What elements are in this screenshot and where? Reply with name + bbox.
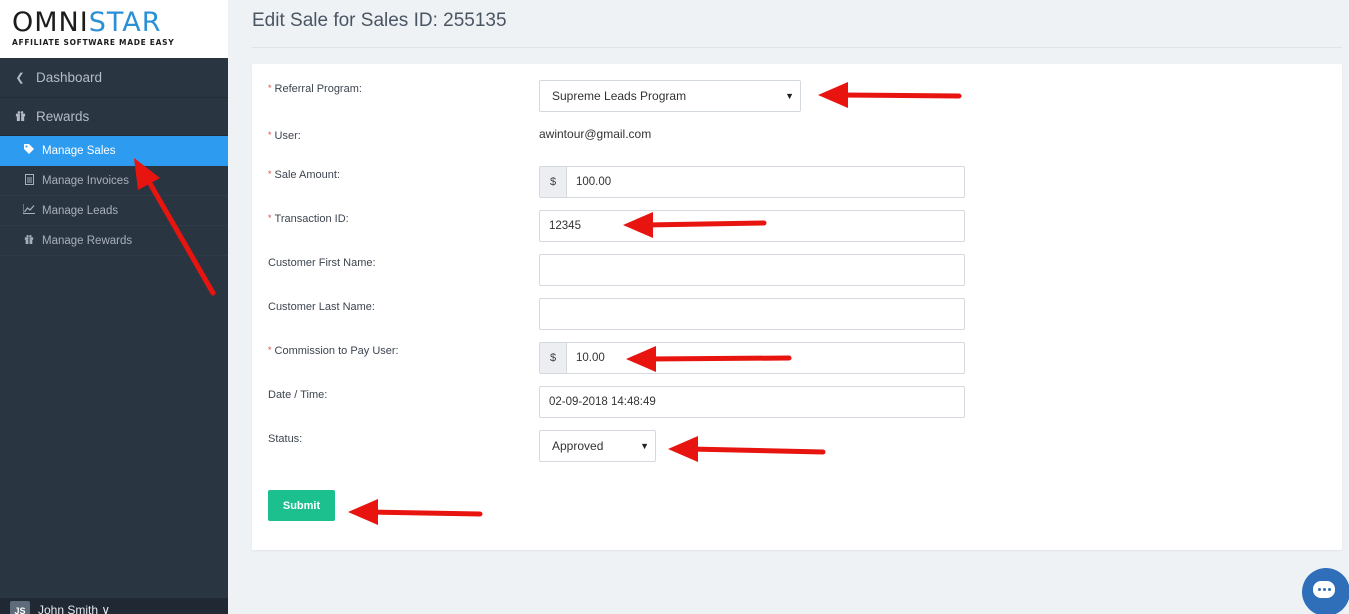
submit-button[interactable]: Submit: [268, 490, 335, 521]
nav-rewards[interactable]: Rewards: [0, 98, 228, 136]
avatar: JS: [10, 601, 30, 614]
logo[interactable]: OMNISTAR AFFILIATE SOFTWARE MADE EASY: [0, 0, 228, 58]
sidebar-item-manage-sales[interactable]: Manage Sales: [0, 136, 228, 166]
first-name-input[interactable]: [539, 254, 965, 286]
caret-down-icon: ▼: [640, 441, 649, 451]
edit-sale-form: * Referral Program: Supreme Leads Program…: [252, 64, 1342, 550]
status-label: Status:: [268, 433, 303, 445]
required-mark: *: [268, 345, 272, 355]
gift-icon: [22, 234, 36, 247]
currency-addon: $: [540, 167, 567, 197]
referral-program-value: Supreme Leads Program: [552, 89, 687, 103]
nav-rewards-label: Rewards: [36, 109, 90, 124]
sidebar-item-manage-invoices[interactable]: Manage Invoices: [0, 166, 228, 196]
sale-amount-value: 100.00: [576, 176, 612, 188]
user-menu[interactable]: JS John Smith ∨: [0, 598, 228, 614]
transaction-id-label: * Transaction ID:: [268, 213, 349, 225]
sidebar-item-label: Manage Leads: [42, 204, 119, 217]
commission-input[interactable]: $ 10.00: [539, 342, 965, 374]
sidebar-item-label: Manage Rewards: [42, 234, 133, 247]
sidebar-item-label: Manage Sales: [42, 144, 116, 157]
user-name: John Smith ∨: [38, 603, 111, 614]
sale-amount-label: * Sale Amount:: [268, 169, 340, 181]
first-name-label: Customer First Name:: [268, 257, 376, 269]
required-mark: *: [268, 169, 272, 179]
gift-icon: [12, 110, 28, 124]
status-value: Approved: [552, 439, 604, 453]
last-name-label: Customer Last Name:: [268, 301, 375, 313]
user-value: awintour@gmail.com: [539, 127, 652, 141]
chevron-left-icon: ❮: [15, 72, 25, 84]
datetime-input[interactable]: 02-09-2018 14:48:49: [539, 386, 965, 418]
sidebar-item-manage-leads[interactable]: Manage Leads: [0, 196, 228, 226]
logo-wordmark: OMNISTAR: [12, 7, 162, 38]
commission-label: * Commission to Pay User:: [268, 345, 399, 357]
user-label: * User:: [268, 130, 301, 142]
required-mark: *: [268, 83, 272, 93]
sale-amount-input[interactable]: $ 100.00: [539, 166, 965, 198]
logo-tagline: AFFILIATE SOFTWARE MADE EASY: [12, 38, 175, 47]
datetime-label: Date / Time:: [268, 389, 328, 401]
chat-widget-button[interactable]: [1302, 568, 1349, 614]
required-mark: *: [268, 130, 272, 140]
referral-program-select[interactable]: Supreme Leads Program ▼: [539, 80, 801, 112]
required-mark: *: [268, 213, 272, 223]
nav-dashboard[interactable]: ❮ Dashboard: [0, 58, 228, 98]
chat-icon: [1313, 580, 1335, 598]
document-icon: [22, 173, 36, 188]
status-select[interactable]: Approved ▼: [539, 430, 656, 462]
referral-program-label: * Referral Program:: [268, 83, 362, 95]
caret-down-icon: ▼: [785, 91, 794, 101]
tag-icon: [22, 144, 36, 157]
sidebar-item-manage-rewards[interactable]: Manage Rewards: [0, 226, 228, 256]
sidebar-item-label: Manage Invoices: [42, 174, 129, 187]
nav-dashboard-label: Dashboard: [36, 70, 103, 85]
transaction-id-input[interactable]: 12345: [539, 210, 965, 242]
last-name-input[interactable]: [539, 298, 965, 330]
line-chart-icon: [22, 204, 36, 217]
currency-addon: $: [540, 343, 567, 373]
commission-value: 10.00: [576, 352, 605, 364]
page-title: Edit Sale for Sales ID: 255135: [252, 10, 507, 31]
header-divider: [252, 47, 1342, 48]
sidebar: OMNISTAR AFFILIATE SOFTWARE MADE EASY ❮ …: [0, 0, 228, 614]
